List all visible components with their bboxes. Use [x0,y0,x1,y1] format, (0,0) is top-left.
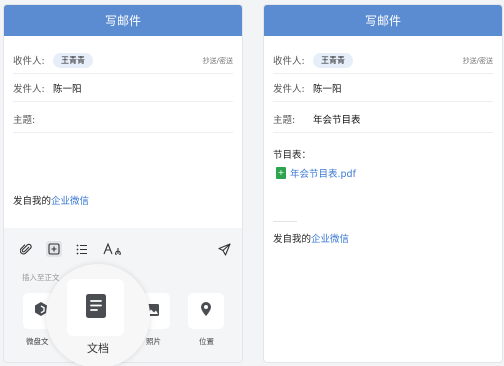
from-field[interactable]: 发件人: 陈一阳 [273,75,493,102]
title-bar: 写邮件 [4,5,242,36]
from-field[interactable]: 发件人: 陈一阳 [13,75,233,102]
to-field[interactable]: 收件人: 王青青 抄送/密送 [13,47,233,74]
to-label: 收件人: [273,56,305,67]
from-value: 陈一阳 [313,84,342,95]
magnified-document-option[interactable]: 文档 [46,264,150,366]
composer-toolbar [4,238,242,260]
recipient-chip[interactable]: 王青青 [53,52,93,68]
document-tile[interactable] [67,279,124,336]
location-label: 位置 [199,337,214,346]
subject-label: 主题: [13,115,36,126]
cc-bcc-link[interactable]: 抄送/密送 [463,56,493,66]
signature-link[interactable]: 企业微信 [51,196,89,207]
document-icon [85,293,107,323]
subject-label: 主题: [273,115,296,126]
text-format-icon[interactable] [102,241,122,257]
recipient-chip[interactable]: 王青青 [313,52,353,68]
signature: 发自我的企业微信 [13,193,89,207]
pdf-file-icon: + [276,167,286,179]
from-value: 陈一阳 [53,84,82,95]
subject-field[interactable]: 主题: 年会节目表 [273,106,493,133]
page-title: 写邮件 [104,14,141,28]
compose-screen-right: 写邮件 收件人: 王青青 抄送/密送 发件人: 陈一阳 主题: 年会节目表 节目… [263,4,503,363]
page-title: 写邮件 [364,14,401,28]
from-label: 发件人: [13,84,45,95]
cc-bcc-link[interactable]: 抄送/密送 [203,56,233,66]
signature-link[interactable]: 企业微信 [311,234,349,245]
attachment-name[interactable]: 年会节目表.pdf [290,166,356,180]
attachment-icon[interactable] [18,241,34,257]
document-label: 文档 [87,342,109,355]
insert-icon[interactable] [46,241,62,257]
signature: 发自我的企业微信 [273,231,349,245]
signature-text: 发自我的 [13,196,52,207]
subject-field[interactable]: 主题: [13,106,233,133]
body-divider [273,221,297,222]
from-label: 发件人: [273,84,305,95]
to-label: 收件人: [13,56,45,67]
body-heading: 节目表： [273,150,312,161]
send-icon[interactable] [216,241,232,257]
list-icon[interactable] [74,241,90,257]
insert-hint: 插入至正文 [22,273,60,282]
to-field[interactable]: 收件人: 王青青 抄送/密送 [273,47,493,74]
title-bar: 写邮件 [264,5,502,36]
location-icon [200,301,212,321]
subject-input[interactable]: 年会节目表 [313,112,361,126]
location-tile[interactable] [188,293,224,329]
signature-text: 发自我的 [273,234,312,245]
attachment-item[interactable]: + 年会节目表.pdf [276,166,356,180]
